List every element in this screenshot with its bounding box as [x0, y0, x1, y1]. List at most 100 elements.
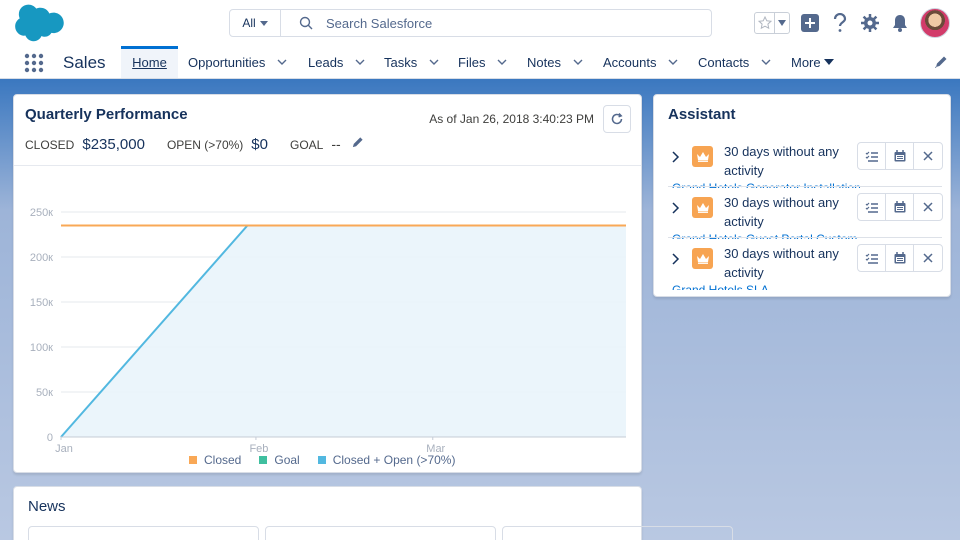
help-icon[interactable]	[830, 12, 850, 34]
y-tick-label: 0	[47, 432, 53, 444]
closed-label: CLOSED	[25, 138, 75, 152]
search-scope-label: All	[242, 16, 256, 30]
x-tick-label: Jan	[55, 443, 73, 453]
chart-legend: Closed Goal Closed + Open (>70%)	[189, 453, 455, 467]
assistant-item: 30 days without any activity Grand Hotel…	[668, 142, 943, 192]
new-event-calendar-icon[interactable]	[886, 194, 914, 220]
new-task-icon[interactable]	[858, 143, 886, 169]
crown-icon	[692, 197, 713, 218]
card-title: Assistant	[668, 106, 736, 123]
setup-gear-icon[interactable]	[860, 12, 880, 34]
new-event-calendar-icon[interactable]	[886, 245, 914, 271]
nav-tab-accounts[interactable]: Accounts	[603, 46, 678, 78]
assistant-item-link[interactable]: Grand Hotels Guest Portal Custom	[672, 233, 872, 239]
new-task-icon[interactable]	[858, 194, 886, 220]
as-of-timestamp: As of Jan 26, 2018 3:40:23 PM	[429, 112, 594, 126]
chevron-right-icon[interactable]	[670, 150, 680, 164]
global-search: All Search Salesforce	[229, 9, 712, 37]
caret-down-icon	[259, 20, 268, 26]
nav-tab-label: Leads	[308, 54, 344, 70]
assistant-item-link[interactable]: Grand Hotels Generator Installation	[672, 182, 872, 188]
salesforce-logo[interactable]	[14, 4, 70, 42]
nav-tab-files[interactable]: Files	[458, 46, 507, 78]
assistant-item-link[interactable]: Grand Hotels SLA	[672, 284, 872, 290]
nav-tab-label: Home	[132, 55, 167, 70]
new-event-calendar-icon[interactable]	[886, 143, 914, 169]
app-nav-bar: Sales Home Opportunities Leads Tasks Fil…	[0, 46, 960, 79]
chevron-down-icon[interactable]	[497, 57, 507, 67]
divider	[668, 237, 942, 238]
legend-swatch	[317, 456, 326, 464]
divider	[14, 165, 641, 166]
legend-item-closed[interactable]: Closed	[189, 453, 241, 467]
chevron-down-icon[interactable]	[761, 57, 771, 67]
app-launcher-icon[interactable]	[24, 53, 44, 73]
chevron-right-icon[interactable]	[670, 201, 680, 215]
nav-tab-label: Notes	[527, 54, 561, 70]
news-tile[interactable]	[28, 526, 259, 540]
refresh-button[interactable]	[603, 105, 631, 133]
chevron-down-icon[interactable]	[355, 57, 365, 67]
search-scope-dropdown[interactable]: All	[230, 10, 281, 36]
chevron-down-icon[interactable]	[573, 57, 583, 67]
refresh-icon	[611, 112, 623, 125]
assistant-item-actions	[857, 244, 943, 272]
y-tick-label: 100к	[30, 342, 53, 354]
assistant-item-actions	[857, 193, 943, 221]
nav-tab-more[interactable]: More	[791, 46, 834, 78]
header-actions	[754, 8, 950, 38]
legend-item-closed-open[interactable]: Closed + Open (>70%)	[317, 453, 456, 467]
legend-swatch	[189, 456, 197, 464]
chevron-down-icon[interactable]	[429, 57, 439, 67]
edit-goal-pencil-icon[interactable]	[351, 136, 364, 149]
dismiss-close-icon[interactable]	[914, 194, 942, 220]
nav-tab-contacts[interactable]: Contacts	[698, 46, 771, 78]
notifications-bell-icon[interactable]	[890, 12, 910, 34]
nav-tab-opportunities[interactable]: Opportunities	[188, 46, 287, 78]
chevron-down-icon[interactable]	[277, 57, 287, 67]
user-avatar[interactable]	[920, 8, 950, 38]
nav-tab-notes[interactable]: Notes	[527, 46, 583, 78]
favorites-group	[754, 12, 790, 34]
assistant-item: 30 days without any activity Grand Hotel…	[668, 193, 943, 243]
y-tick-label: 150к	[30, 297, 53, 309]
assistant-item-text: 30 days without any activity	[724, 195, 839, 229]
global-header: All Search Salesforce	[0, 0, 960, 46]
news-tile[interactable]	[502, 526, 733, 540]
closed-value: $235,000	[82, 136, 145, 153]
news-tile[interactable]	[265, 526, 496, 540]
legend-label: Goal	[274, 453, 300, 467]
performance-chart: 0 50к 100к 150к 200к 250к Jan Feb Mar	[30, 207, 626, 453]
star-icon[interactable]	[755, 13, 775, 33]
nav-tab-home[interactable]: Home	[121, 46, 178, 78]
dismiss-close-icon[interactable]	[914, 245, 942, 271]
caret-down-icon	[823, 59, 834, 65]
global-add-icon[interactable]	[800, 12, 820, 34]
nav-tab-leads[interactable]: Leads	[308, 46, 365, 78]
nav-tab-label: Tasks	[384, 54, 418, 70]
y-tick-label: 250к	[30, 207, 53, 219]
card-title: News	[28, 498, 66, 515]
new-task-icon[interactable]	[858, 245, 886, 271]
search-input[interactable]: Search Salesforce	[326, 16, 432, 31]
x-tick-label: Mar	[426, 443, 445, 453]
chevron-down-icon[interactable]	[668, 57, 678, 67]
performance-stats: CLOSED $235,000 OPEN (>70%) $0 GOAL --	[25, 136, 364, 153]
assistant-card: Assistant 30 days without any activity G…	[653, 94, 951, 297]
nav-tab-label: More	[791, 54, 821, 70]
edit-nav-pencil-icon[interactable]	[934, 55, 948, 69]
card-title: Quarterly Performance	[25, 106, 188, 123]
assistant-item-text: 30 days without any activity	[724, 144, 839, 178]
dismiss-close-icon[interactable]	[914, 143, 942, 169]
legend-item-goal[interactable]: Goal	[259, 453, 300, 467]
chevron-right-icon[interactable]	[670, 252, 680, 266]
favorites-dropdown-icon[interactable]	[775, 13, 789, 33]
crown-icon	[692, 248, 713, 269]
open-label: OPEN (>70%)	[166, 138, 244, 152]
nav-tab-label: Contacts	[698, 54, 750, 70]
app-name: Sales	[63, 53, 106, 72]
legend-label: Closed + Open (>70%)	[332, 453, 456, 467]
y-tick-label: 50к	[36, 387, 53, 399]
nav-tab-tasks[interactable]: Tasks	[384, 46, 439, 78]
divider	[668, 186, 942, 187]
